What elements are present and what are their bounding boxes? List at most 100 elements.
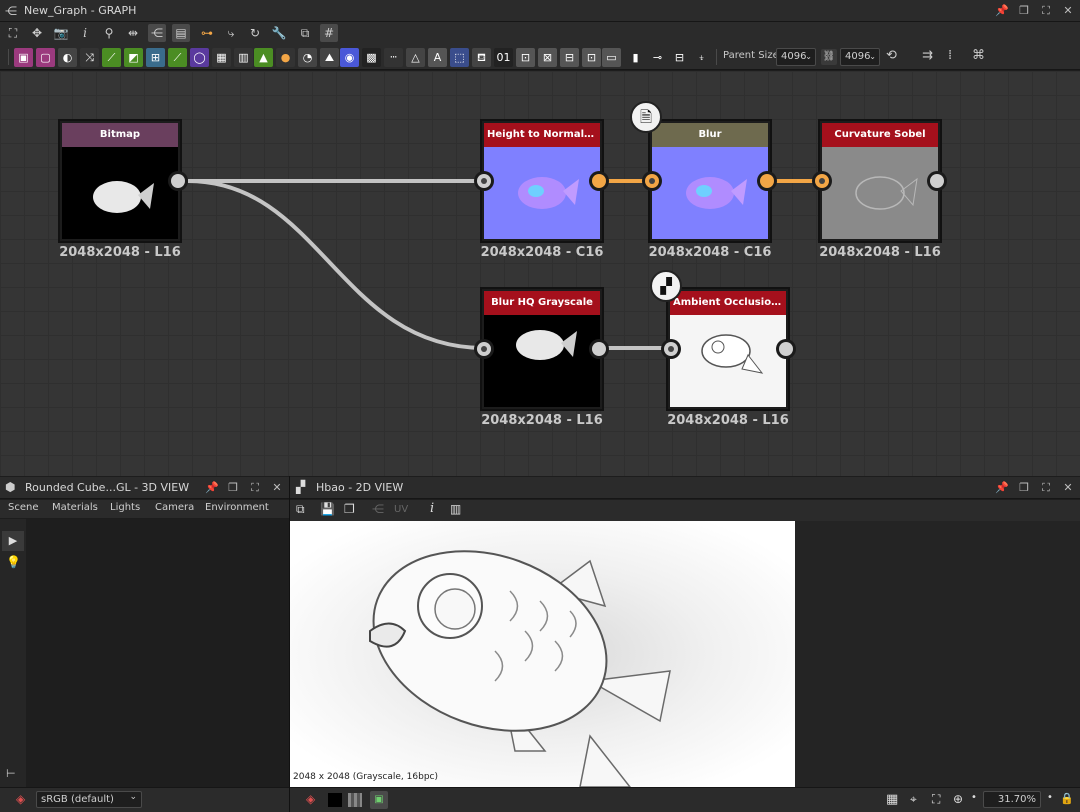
grid-snap-icon[interactable]: # (320, 24, 338, 42)
noise-filter-icon[interactable]: ▩ (362, 48, 381, 67)
maximize-icon[interactable]: ⛶ (247, 480, 263, 496)
grayscale-filter-icon[interactable]: ▥ (234, 48, 253, 67)
reset-size-icon[interactable]: ⟲ (886, 48, 897, 63)
graph-canvas[interactable]: Bitmap 2048x2048 - L16 Height to Normal … (0, 71, 1080, 476)
output-image-icon[interactable]: ⊟ (560, 48, 579, 67)
dot-node-icon[interactable]: ⊸ (648, 48, 667, 67)
channels-icon[interactable] (348, 793, 362, 807)
node-bitmap[interactable]: Bitmap (58, 119, 182, 243)
node-blur-hq-output-port[interactable] (589, 339, 609, 359)
node-ao-input-port[interactable] (661, 339, 681, 359)
refresh-icon[interactable]: ↻ (246, 24, 264, 42)
node-curvature-input-port[interactable] (812, 171, 832, 191)
emboss-filter-icon[interactable]: ⛰ (320, 48, 339, 67)
menu-scene[interactable]: Scene (8, 502, 39, 513)
save-icon[interactable]: 💾 (320, 502, 335, 516)
export-icon[interactable]: ⧉ (296, 24, 314, 42)
connector-icon[interactable]: ⊶ (198, 24, 216, 42)
menu-camera[interactable]: Camera (155, 502, 194, 513)
link-size-icon[interactable]: ⛓ (821, 49, 837, 65)
fit-view-icon[interactable]: ⛶ (932, 792, 940, 807)
levels-filter-icon[interactable]: ◐ (58, 48, 77, 67)
black-swatch-icon[interactable] (328, 793, 342, 807)
menu-materials[interactable]: Materials (52, 502, 98, 513)
light-bulb-icon[interactable]: 💡 (6, 555, 21, 569)
parent-size-dropdown[interactable]: 4096 ⌄ (776, 48, 816, 66)
tools-icon[interactable]: 🔧 (270, 24, 288, 42)
info-icon[interactable]: i (76, 24, 94, 42)
node-height-normal-input-port[interactable] (474, 171, 494, 191)
comment-frame-icon[interactable]: ⊡ (582, 48, 601, 67)
gradient-map-icon[interactable]: ◩ (124, 48, 143, 67)
layers-icon[interactable]: ◈ (16, 792, 25, 806)
node-blur-hq-input-port[interactable] (474, 339, 494, 359)
node-blur[interactable]: Blur (648, 119, 772, 243)
view3d-viewport[interactable] (26, 519, 289, 787)
node-bitmap-output-port[interactable] (168, 171, 188, 191)
node-ao-output-port[interactable] (776, 339, 796, 359)
view2d-image[interactable]: 2048 x 2048 (Grayscale, 16bpc) (290, 521, 795, 787)
menu-environment[interactable]: Environment (205, 502, 269, 513)
restore-icon[interactable]: ❐ (1016, 3, 1032, 19)
node-blur-output-port[interactable] (757, 171, 777, 191)
pin-down-icon[interactable]: ⍖ (692, 48, 711, 67)
pin-icon[interactable]: 📌 (994, 480, 1010, 496)
node-ao[interactable]: Ambient Occlusion (HB... (666, 287, 790, 411)
node-blur-input-port[interactable] (642, 171, 662, 191)
menu-lights[interactable]: Lights (110, 502, 140, 513)
lock-icon[interactable]: 🔒 (1060, 792, 1074, 805)
copy-icon[interactable]: ⧉ (296, 502, 305, 517)
uv-dropdown[interactable]: UV (394, 504, 408, 515)
node-curvature-output-port[interactable] (927, 171, 947, 191)
colorspace-dropdown[interactable]: sRGB (default) ⌄ (36, 791, 142, 808)
tree-icon[interactable]: ⊢ (6, 767, 16, 780)
tile-filter-icon[interactable]: ▦ (212, 48, 231, 67)
blend-filter-icon[interactable]: ◯ (190, 48, 209, 67)
center-icon[interactable]: ⊕ (953, 792, 963, 806)
hierarchy-icon[interactable]: ⋲ (148, 24, 166, 42)
info-icon[interactable]: i (430, 501, 434, 516)
zoom-field[interactable]: 31.70% (983, 791, 1041, 808)
explore-icon[interactable]: ⌘ (972, 48, 985, 63)
grid-icon[interactable]: ▦ (886, 792, 898, 807)
bitmap-filter-icon[interactable]: ▣ (14, 48, 33, 67)
share-icon[interactable]: ⋲ (372, 502, 384, 516)
node-curvature[interactable]: Curvature Sobel (818, 119, 942, 243)
publish-icon[interactable]: ⁞ (948, 48, 952, 63)
branch-icon[interactable]: ⤷ (222, 24, 240, 42)
text-shape-icon[interactable]: △ (406, 48, 425, 67)
input-image-icon[interactable]: ⊠ (538, 48, 557, 67)
curve-filter-icon[interactable]: ⟋ (102, 48, 121, 67)
search-icon[interactable]: ⚲ (100, 24, 118, 42)
output-filter-icon[interactable]: ⊡ (516, 48, 535, 67)
histogram-icon[interactable]: ▥ (450, 502, 461, 516)
output-size-dropdown[interactable]: 4096 ⌄ (840, 48, 880, 66)
pin-icon[interactable]: 📌 (204, 480, 220, 496)
warp-filter-icon[interactable]: ⟋ (168, 48, 187, 67)
paint-bucket-icon[interactable]: ⛾ (472, 48, 491, 67)
pin-node-icon[interactable]: ⊟ (670, 48, 689, 67)
duplicate-icon[interactable]: ❐ (344, 502, 355, 516)
restore-icon[interactable]: ❐ (1016, 480, 1032, 496)
restore-icon[interactable]: ❐ (225, 480, 241, 496)
frame-filter-icon[interactable]: ⬚ (450, 48, 469, 67)
node-blur-hq[interactable]: Blur HQ Grayscale (480, 287, 604, 411)
pick-icon[interactable]: ⌖ (910, 792, 917, 807)
maximize-icon[interactable]: ⛶ (1038, 480, 1054, 496)
sharpen-filter-icon[interactable]: ◔ (298, 48, 317, 67)
camera-icon[interactable]: 📷 (52, 24, 70, 42)
value-filter-icon[interactable]: 01 (494, 48, 513, 67)
move-icon[interactable]: ✥ (28, 24, 46, 42)
link-nodes-icon[interactable]: ⇹ (124, 24, 142, 42)
uniform-color-icon[interactable]: ▲ (254, 48, 273, 67)
transform-filter-icon[interactable]: ⊞ (146, 48, 165, 67)
shuffle-filter-icon[interactable]: ⤨ (80, 48, 99, 67)
text-filter-icon[interactable]: A (428, 48, 447, 67)
node-height-normal-output-port[interactable] (589, 171, 609, 191)
close-icon[interactable]: ✕ (269, 480, 285, 496)
layers-icon[interactable]: ◈ (306, 792, 315, 806)
close-icon[interactable]: ✕ (1060, 480, 1076, 496)
input-value-icon[interactable]: ⵈ (384, 48, 403, 67)
fx-map-icon[interactable]: ● (276, 48, 295, 67)
frame-all-icon[interactable]: ⛶ (4, 24, 22, 42)
